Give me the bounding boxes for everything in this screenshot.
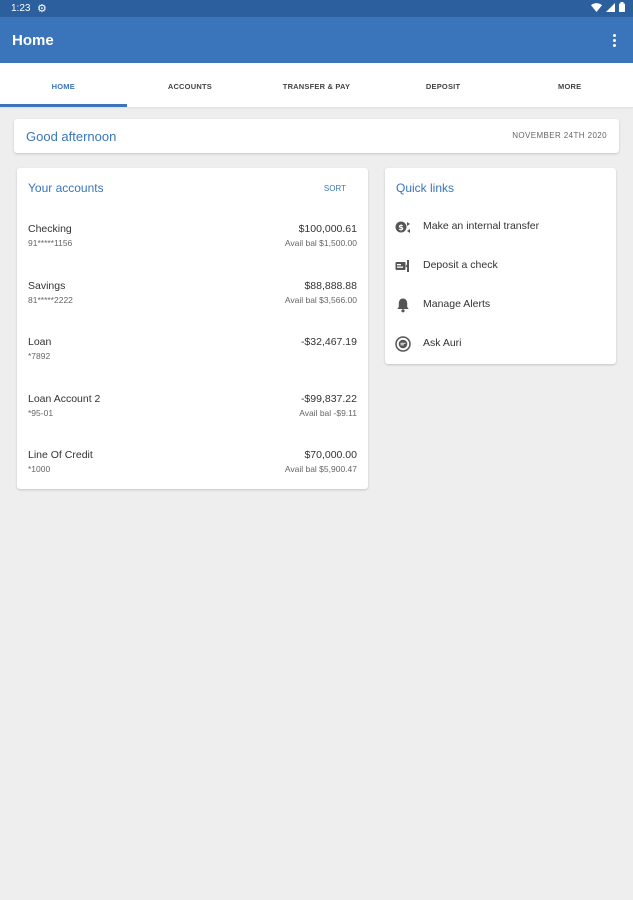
signal-icon — [606, 2, 615, 12]
quick-links-title: Quick links — [396, 181, 455, 195]
account-number: *7892 — [28, 351, 51, 361]
wifi-icon — [591, 2, 602, 12]
account-row-line-of-credit[interactable]: Line Of Credit *1000 $70,000.00 Avail ba… — [28, 449, 357, 489]
quick-link-deposit-check[interactable]: Deposit a check — [395, 254, 605, 278]
quick-link-label: Ask Auri — [423, 337, 462, 349]
chat-icon — [395, 336, 411, 352]
account-name: Checking — [28, 223, 72, 235]
account-name: Line Of Credit — [28, 449, 93, 461]
quick-link-label: Manage Alerts — [423, 298, 491, 310]
tab-transfer-pay[interactable]: TRANSFER & PAY — [253, 63, 380, 107]
account-number: 91*****1156 — [28, 238, 73, 248]
account-row-savings[interactable]: Savings 81*****2222 $88,888.88 Avail bal… — [28, 280, 357, 320]
quick-link-internal-transfer[interactable]: $ Make an internal transfer — [395, 215, 605, 239]
account-name: Loan Account 2 — [28, 393, 101, 405]
account-balance: $100,000.61 — [298, 223, 357, 235]
account-available-balance: Avail bal $3,566.00 — [284, 295, 357, 305]
quick-link-manage-alerts[interactable]: Manage Alerts — [395, 293, 605, 317]
svg-text:$: $ — [398, 223, 404, 232]
tab-bar: HOME ACCOUNTS TRANSFER & PAY DEPOSIT MOR… — [0, 63, 633, 107]
page-title: Home — [12, 32, 54, 49]
quick-link-ask-auri[interactable]: Ask Auri — [395, 332, 605, 356]
account-number: *95-01 — [28, 408, 54, 418]
status-bar: 1:23 ⚙ — [0, 0, 633, 17]
account-row-checking[interactable]: Checking 91*****1156 $100,000.61 Avail b… — [28, 223, 357, 263]
quick-links-card: Quick links $ Make an internal transfer … — [385, 168, 616, 364]
accounts-card: Your accounts SORT Checking 91*****1156 … — [17, 168, 368, 489]
settings-gear-icon: ⚙ — [37, 3, 47, 15]
transfer-icon: $ — [395, 219, 411, 235]
quick-link-label: Deposit a check — [423, 259, 498, 271]
account-available-balance: Avail bal -$9.11 — [299, 408, 357, 418]
check-deposit-icon — [395, 258, 411, 274]
quick-link-label: Make an internal transfer — [423, 220, 540, 232]
status-time: 1:23 — [11, 3, 31, 14]
battery-icon — [619, 2, 625, 12]
bell-icon — [395, 297, 411, 313]
accounts-title: Your accounts — [28, 181, 104, 195]
tab-accounts[interactable]: ACCOUNTS — [127, 63, 254, 107]
account-row-loan[interactable]: Loan *7892 -$32,467.19 — [28, 336, 357, 376]
account-name: Savings — [28, 280, 66, 292]
sort-button[interactable]: SORT — [324, 184, 346, 193]
account-available-balance: Avail bal $5,900.47 — [284, 464, 357, 474]
app-bar: Home — [0, 17, 633, 63]
account-number: 81*****2222 — [28, 295, 73, 305]
account-balance: $70,000.00 — [304, 449, 357, 461]
account-available-balance: Avail bal $1,500.00 — [284, 238, 357, 248]
system-icons — [591, 2, 625, 12]
account-number: *1000 — [28, 464, 51, 474]
tab-more[interactable]: MORE — [506, 63, 633, 107]
greeting-card: Good afternoon NOVEMBER 24TH 2020 — [14, 119, 619, 153]
greeting-message: Good afternoon — [26, 129, 117, 144]
tab-home[interactable]: HOME — [0, 63, 127, 107]
account-row-loan-account-2[interactable]: Loan Account 2 *95-01 -$99,837.22 Avail … — [28, 393, 357, 433]
greeting-date: NOVEMBER 24TH 2020 — [512, 131, 607, 140]
account-balance: -$99,837.22 — [300, 393, 357, 405]
account-balance: $88,888.88 — [304, 280, 357, 292]
tab-deposit[interactable]: DEPOSIT — [380, 63, 507, 107]
account-balance: -$32,467.19 — [300, 336, 357, 348]
overflow-menu-icon[interactable] — [609, 30, 619, 50]
account-name: Loan — [28, 336, 52, 348]
